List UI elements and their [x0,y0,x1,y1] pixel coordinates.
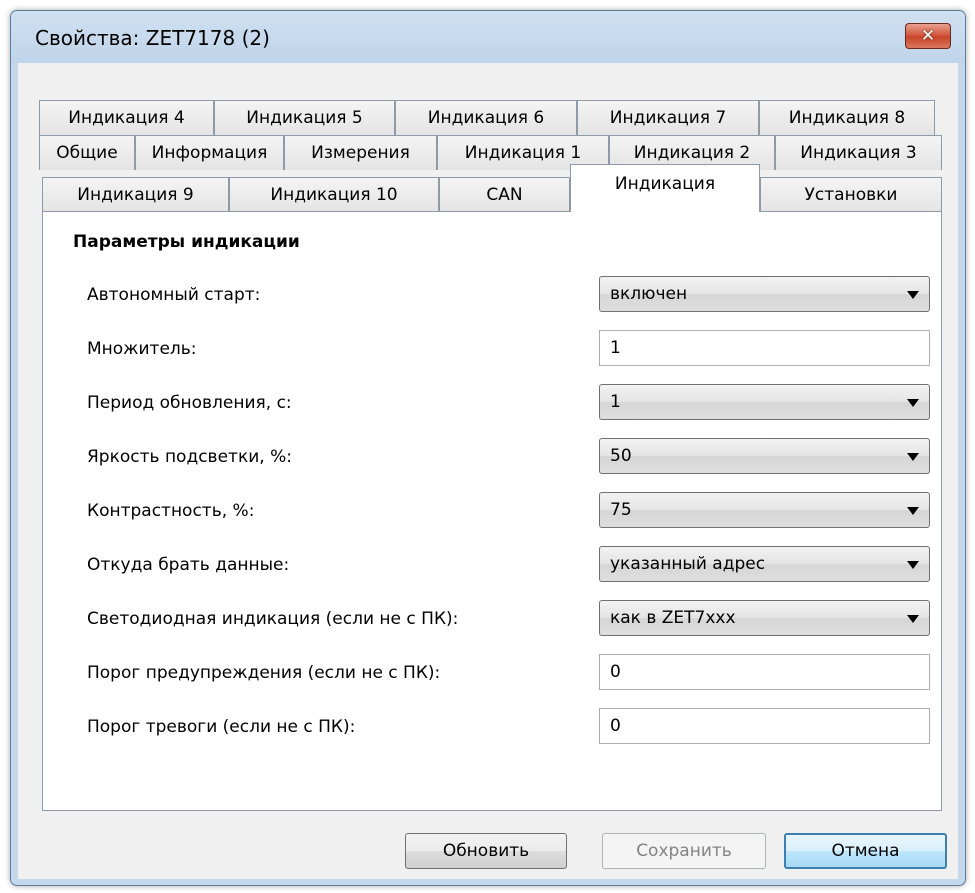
dialog-client-area: Индикация 4 Индикация 5 Индикация 6 Инди… [18,63,958,879]
alarm-threshold-input[interactable]: 0 [599,708,930,744]
autonomous-start-combo[interactable]: включен [599,276,930,312]
dropdown-arrow-icon [907,615,919,623]
warning-threshold-input[interactable]: 0 [599,654,930,690]
combo-value: указанный адрес [610,554,766,574]
dropdown-arrow-icon [907,291,919,299]
tab-indication-3[interactable]: Индикация 3 [775,135,942,170]
led-indication-label: Светодиодная индикация (если не с ПК): [87,609,459,629]
close-icon: ✕ [920,26,936,46]
input-value: 0 [610,662,621,682]
combo-value: как в ZET7xxx [610,608,736,628]
update-period-label: Период обновления, с: [87,393,292,413]
alarm-threshold-label: Порог тревоги (если не с ПК): [87,717,356,737]
refresh-button[interactable]: Обновить [405,833,567,869]
combo-value: включен [610,284,688,304]
warning-threshold-label: Порог предупреждения (если не с ПК): [87,663,441,683]
combo-value: 50 [610,446,632,466]
save-button[interactable]: Сохранить [602,833,766,869]
tab-can[interactable]: CAN [439,177,570,212]
properties-dialog: Свойства: ZET7178 (2) ✕ Индикация 4 Инди… [10,10,966,886]
section-title: Параметры индикации [73,232,300,252]
tab-indication-5[interactable]: Индикация 5 [214,100,395,135]
dropdown-arrow-icon [907,453,919,461]
tab-indication-4[interactable]: Индикация 4 [39,100,214,135]
tab-measurements[interactable]: Измерения [284,135,437,170]
input-value: 0 [610,716,621,736]
autonomous-start-label: Автономный старт: [87,285,261,305]
dropdown-arrow-icon [907,507,919,515]
tab-indication-8[interactable]: Индикация 8 [759,100,935,135]
dropdown-arrow-icon [907,561,919,569]
tab-indication-6[interactable]: Индикация 6 [395,100,577,135]
tab-indication[interactable]: Индикация [570,164,760,212]
tab-information[interactable]: Информация [135,135,284,170]
tab-general[interactable]: Общие [39,135,135,170]
contrast-combo[interactable]: 75 [599,492,930,528]
dropdown-arrow-icon [907,399,919,407]
led-indication-combo[interactable]: как в ZET7xxx [599,600,930,636]
input-value: 1 [610,338,621,358]
combo-value: 75 [610,500,632,520]
close-button[interactable]: ✕ [905,23,951,49]
window-title: Свойства: ZET7178 (2) [35,26,270,50]
tab-indication-9[interactable]: Индикация 9 [42,177,229,212]
update-period-combo[interactable]: 1 [599,384,930,420]
tab-indication-7[interactable]: Индикация 7 [577,100,759,135]
data-source-label: Откуда брать данные: [87,555,290,575]
multiplier-label: Множитель: [87,339,197,359]
backlight-brightness-label: Яркость подсветки, %: [87,447,292,467]
combo-value: 1 [610,392,621,412]
tab-settings[interactable]: Установки [760,177,942,212]
data-source-combo[interactable]: указанный адрес [599,546,930,582]
multiplier-input[interactable]: 1 [599,330,930,366]
title-bar[interactable]: Свойства: ZET7178 (2) ✕ [11,11,965,63]
backlight-brightness-combo[interactable]: 50 [599,438,930,474]
contrast-label: Контрастность, %: [87,501,255,521]
cancel-button[interactable]: Отмена [784,833,947,869]
indication-panel: Параметры индикации Автономный старт: вк… [42,211,942,811]
tab-indication-10[interactable]: Индикация 10 [229,177,439,212]
